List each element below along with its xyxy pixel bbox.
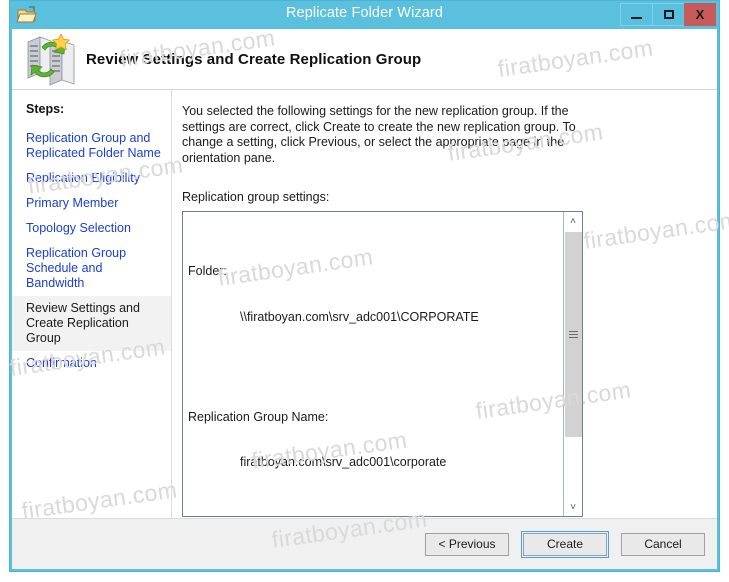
wizard-banner: Review Settings and Create Replication G…	[12, 29, 717, 90]
folder-icon	[16, 4, 38, 26]
sidebar-item-review-settings-and-create-replication-group[interactable]: Review Settings and Create Replication G…	[12, 296, 171, 351]
sidebar-item-confirmation[interactable]: Confirmation	[12, 351, 171, 376]
sidebar-item-replication-eligibility[interactable]: Replication Eligibility	[12, 166, 171, 191]
settings-content: Folder: \\firatboyan.com\srv_adc001\CORP…	[183, 212, 562, 516]
sidebar-item-primary-member[interactable]: Primary Member	[12, 191, 171, 216]
wizard-body: Steps: Replication Group and Replicated …	[12, 90, 717, 518]
intro-text: You selected the following settings for …	[182, 104, 576, 165]
sidebar-item-replication-group-and-replicated-folder-name[interactable]: Replication Group and Replicated Folder …	[12, 126, 171, 166]
minimize-button[interactable]	[620, 3, 652, 26]
steps-sidebar: Steps: Replication Group and Replicated …	[12, 90, 172, 518]
sidebar-item-replication-group-schedule-and-bandwidth[interactable]: Replication Group Schedule and Bandwidth	[12, 241, 171, 296]
setting-value: firatboyan.com\srv_adc001\corporate	[240, 455, 447, 470]
scrollbar-thumb[interactable]	[565, 232, 582, 437]
setting-key: Folder:	[188, 263, 227, 278]
scroll-down-arrow-icon[interactable]: ˅	[564, 498, 582, 516]
previous-button[interactable]: < Previous	[425, 532, 509, 556]
settings-label: Replication group settings:	[182, 190, 330, 204]
close-icon: X	[695, 7, 705, 22]
sidebar-item-topology-selection[interactable]: Topology Selection	[12, 216, 171, 241]
title-bar[interactable]: Replicate Folder Wizard X	[10, 1, 719, 29]
window-controls: X	[620, 3, 716, 26]
wizard-footer: < Previous Create Cancel	[12, 518, 717, 569]
close-button[interactable]: X	[684, 3, 716, 26]
cancel-button[interactable]: Cancel	[621, 532, 705, 556]
scrollbar-grip-icon	[569, 329, 578, 340]
client-area: Review Settings and Create Replication G…	[12, 29, 717, 569]
page-title: Review Settings and Create Replication G…	[86, 50, 422, 68]
scroll-up-arrow-icon[interactable]: ˄	[564, 212, 582, 230]
steps-heading: Steps:	[26, 102, 65, 116]
scrollbar-track[interactable]	[564, 230, 582, 498]
maximize-icon	[663, 10, 674, 19]
wizard-window: Replicate Folder Wizard X Review Setting…	[9, 0, 720, 572]
window-title: Replicate Folder Wizard	[285, 5, 444, 21]
setting-value: \\firatboyan.com\srv_adc001\CORPORATE	[240, 309, 479, 324]
maximize-button[interactable]	[652, 3, 684, 26]
setting-key: Replication Group Name:	[188, 409, 329, 424]
minimize-icon	[631, 16, 642, 19]
settings-textbox[interactable]: Folder: \\firatboyan.com\srv_adc001\CORP…	[182, 211, 583, 517]
main-panel: You selected the following settings for …	[172, 90, 717, 518]
create-button[interactable]: Create	[521, 530, 609, 558]
replication-server-icon	[24, 32, 80, 86]
settings-scrollbar[interactable]: ˄ ˅	[563, 212, 582, 516]
screenshot-root: Replicate Folder Wizard X Review Setting…	[0, 0, 729, 582]
